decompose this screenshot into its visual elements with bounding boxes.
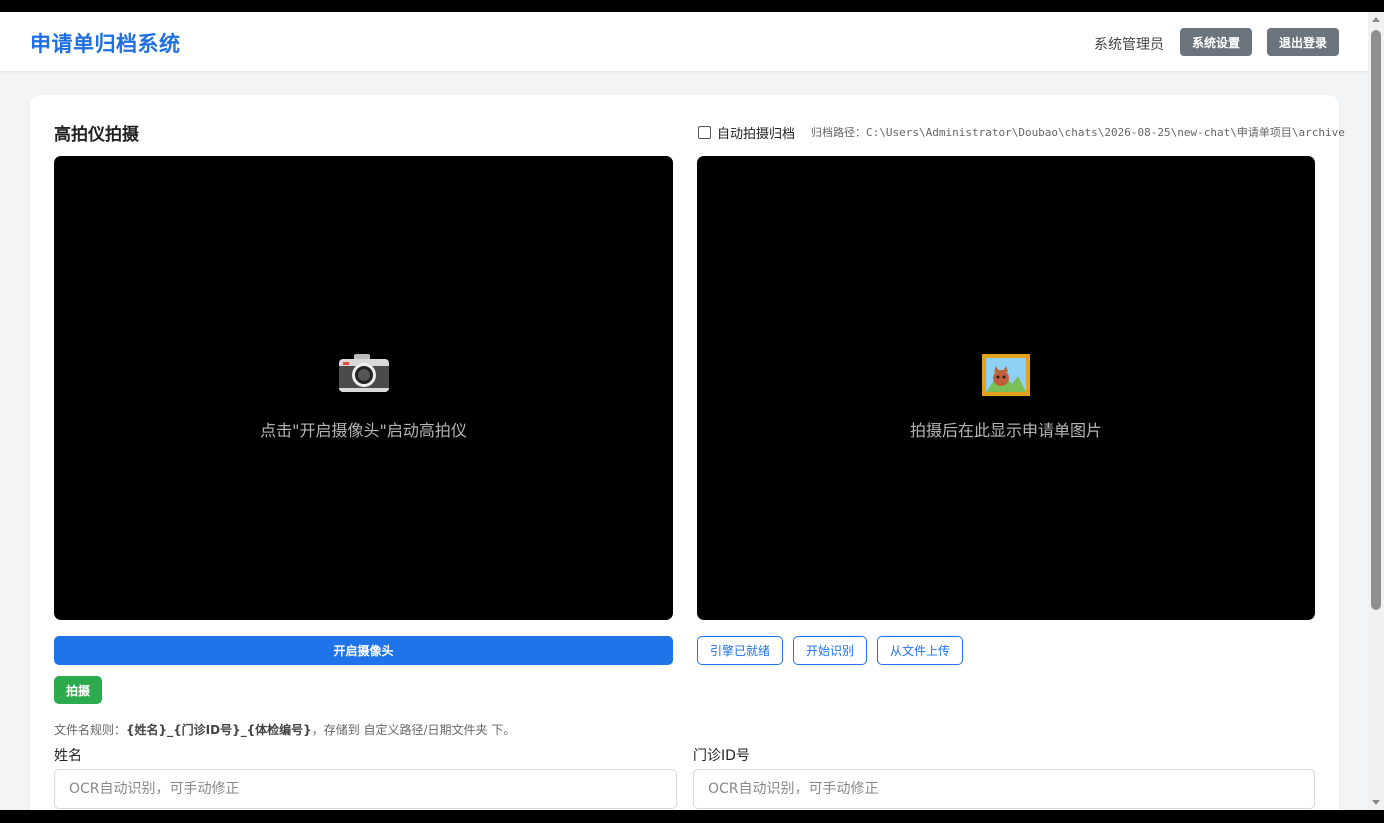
top-navbar: 申请单归档系统 系统管理员 系统设置 退出登录 — [0, 12, 1368, 71]
open-camera-button[interactable]: 开启摄像头 — [54, 636, 673, 665]
auto-archive-checkbox[interactable]: 自动拍摄归档 — [698, 123, 795, 142]
capture-card-title: 高拍仪拍摄 — [54, 125, 139, 145]
patient-id-input[interactable] — [693, 769, 1315, 809]
capture-card: 高拍仪拍摄 自动拍摄归档 归档路径：C:\Users\Administrator… — [30, 95, 1345, 810]
engine-ready-button[interactable]: 引擎已就绪 — [697, 636, 783, 665]
current-user-name: 系统管理员 — [1094, 37, 1164, 53]
app-viewport: 申请单归档系统 系统管理员 系统设置 退出登录 高拍仪拍摄 自动拍摄归档 归档路… — [0, 12, 1368, 810]
camera-preview-panel: 点击"开启摄像头"启动高拍仪 — [54, 156, 673, 620]
filename-rule-prefix: 文件名规则： — [54, 723, 127, 737]
auto-archive-label: 自动拍摄归档 — [717, 127, 796, 142]
scroll-down-arrow-icon[interactable] — [1372, 800, 1380, 805]
filename-rule-text: 文件名规则：{姓名}_{门诊ID号}_{体检编号}，存储到 自定义路径/日期文件… — [54, 721, 515, 738]
preview-placeholder-text: 拍摄后在此显示申请单图片 — [909, 421, 1102, 440]
filename-rule-suffix: ，存储到 自定义路径/日期文件夹 下。 — [311, 723, 516, 737]
checkbox-box[interactable] — [698, 126, 711, 139]
image-preview-panel: 拍摄后在此显示申请单图片 — [697, 156, 1315, 620]
logout-button[interactable]: 退出登录 — [1267, 28, 1339, 56]
name-field-label: 姓名 — [54, 748, 82, 764]
filename-rule-pattern: {姓名}_{门诊ID号}_{体检编号} — [126, 723, 312, 737]
framed-picture-icon — [982, 354, 1030, 400]
name-input[interactable] — [54, 769, 677, 809]
patient-id-field-label: 门诊ID号 — [693, 748, 750, 764]
camera-icon — [338, 354, 389, 396]
app-title: 申请单归档系统 — [30, 32, 181, 56]
archive-path-text: 归档路径：C:\Users\Administrator\Doubao\chats… — [811, 126, 1345, 139]
system-settings-button[interactable]: 系统设置 — [1180, 28, 1252, 56]
camera-placeholder-text: 点击"开启摄像头"启动高拍仪 — [260, 421, 467, 440]
vertical-scrollbar[interactable] — [1368, 12, 1384, 810]
shoot-button[interactable]: 拍摄 — [54, 676, 102, 704]
start-recognize-button[interactable]: 开始识别 — [793, 636, 867, 665]
scrollbar-thumb[interactable] — [1371, 30, 1381, 610]
upload-from-file-button[interactable]: 从文件上传 — [877, 636, 963, 665]
scroll-up-arrow-icon[interactable] — [1372, 17, 1380, 22]
